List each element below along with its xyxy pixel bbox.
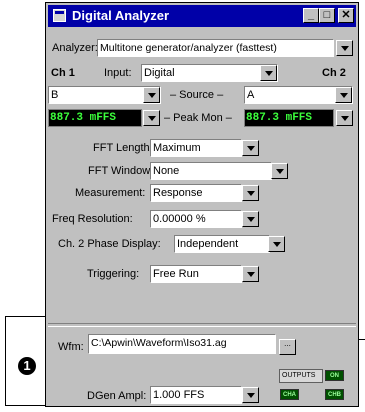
freq-resolution-select[interactable]: 0.00000 % [150, 210, 242, 228]
phase-display-select[interactable]: Independent [174, 235, 270, 253]
ch1-label: Ch 1 [51, 67, 75, 79]
title-bar[interactable]: Digital Analyzer _ □ ✕ [48, 5, 356, 27]
measurement-dropdown-button[interactable] [242, 185, 259, 201]
fft-length-dropdown-button[interactable] [242, 140, 259, 156]
dgen-ampl-label: DGen Ampl: [87, 390, 147, 402]
window-title: Digital Analyzer [72, 8, 170, 23]
peak-mon-label: – Peak Mon – [164, 112, 232, 124]
input-select[interactable]: Digital [141, 64, 278, 82]
fft-length-select[interactable]: Maximum [150, 139, 242, 157]
fft-length-label: FFT Length: [93, 142, 153, 154]
triggering-dropdown-button[interactable] [242, 266, 259, 282]
minimize-button[interactable]: _ [303, 8, 319, 23]
dgen-ampl-field[interactable]: 1.000 FFS [150, 386, 242, 404]
measurement-select[interactable]: Response [150, 184, 242, 202]
outputs-label: OUTPUTS [282, 372, 316, 379]
measurement-label: Measurement: [75, 187, 146, 199]
callout-bracket-side [5, 316, 6, 406]
ch2-label: Ch 2 [322, 67, 346, 79]
ch1-peak-monitor: 887.3 mFFS [48, 109, 142, 127]
callout-bracket-bottom [5, 405, 45, 406]
callout-tick-right [358, 339, 365, 340]
triggering-select[interactable]: Free Run [150, 265, 242, 283]
ch1-source-dropdown-button[interactable] [143, 87, 160, 103]
panel-divider [48, 323, 356, 327]
callout-bracket-top [5, 316, 45, 317]
triggering-label: Triggering: [87, 268, 140, 280]
analyzer-select[interactable]: Multitone generator/analyzer (fasttest) [97, 39, 334, 57]
phase-display-dropdown-button[interactable] [268, 236, 285, 252]
source-label: – Source – [170, 89, 224, 101]
analyzer-dropdown-button[interactable] [336, 40, 353, 56]
close-button[interactable]: ✕ [338, 8, 354, 23]
wfm-label: Wfm: [58, 341, 84, 353]
freq-resolution-label: Freq Resolution: [52, 213, 133, 225]
chb-button[interactable]: CHB [325, 389, 344, 400]
analyzer-label: Analyzer: [52, 42, 98, 54]
ch1-peak-dropdown-button[interactable] [143, 110, 160, 126]
callout-number-badge: 1 [18, 357, 36, 375]
fft-window-dropdown-button[interactable] [271, 163, 288, 179]
fft-window-select[interactable]: None [150, 162, 272, 180]
browse-button[interactable]: ... [279, 339, 296, 355]
maximize-button[interactable]: □ [319, 8, 335, 23]
fft-window-label: FFT Window: [88, 165, 154, 177]
wfm-path-field[interactable]: C:\Apwin\Waveform\Iso31.ag [88, 334, 276, 354]
outputs-indicator: OUTPUTS [279, 369, 323, 383]
freq-resolution-dropdown-button[interactable] [242, 211, 259, 227]
phase-display-label: Ch. 2 Phase Display: [58, 238, 161, 250]
input-label: Input: [104, 67, 132, 79]
outputs-on-button[interactable]: ON [325, 370, 344, 381]
ch2-source-dropdown-button[interactable] [335, 87, 352, 103]
dgen-ampl-dropdown-button[interactable] [242, 387, 259, 403]
ch2-peak-dropdown-button[interactable] [336, 110, 353, 126]
app-icon[interactable] [53, 9, 66, 22]
cha-button[interactable]: CHA [280, 389, 299, 400]
ch2-peak-monitor: 887.3 mFFS [244, 109, 334, 127]
input-dropdown-button[interactable] [260, 65, 277, 81]
digital-analyzer-window: Digital Analyzer _ □ ✕ Analyzer: Multito… [45, 2, 359, 407]
